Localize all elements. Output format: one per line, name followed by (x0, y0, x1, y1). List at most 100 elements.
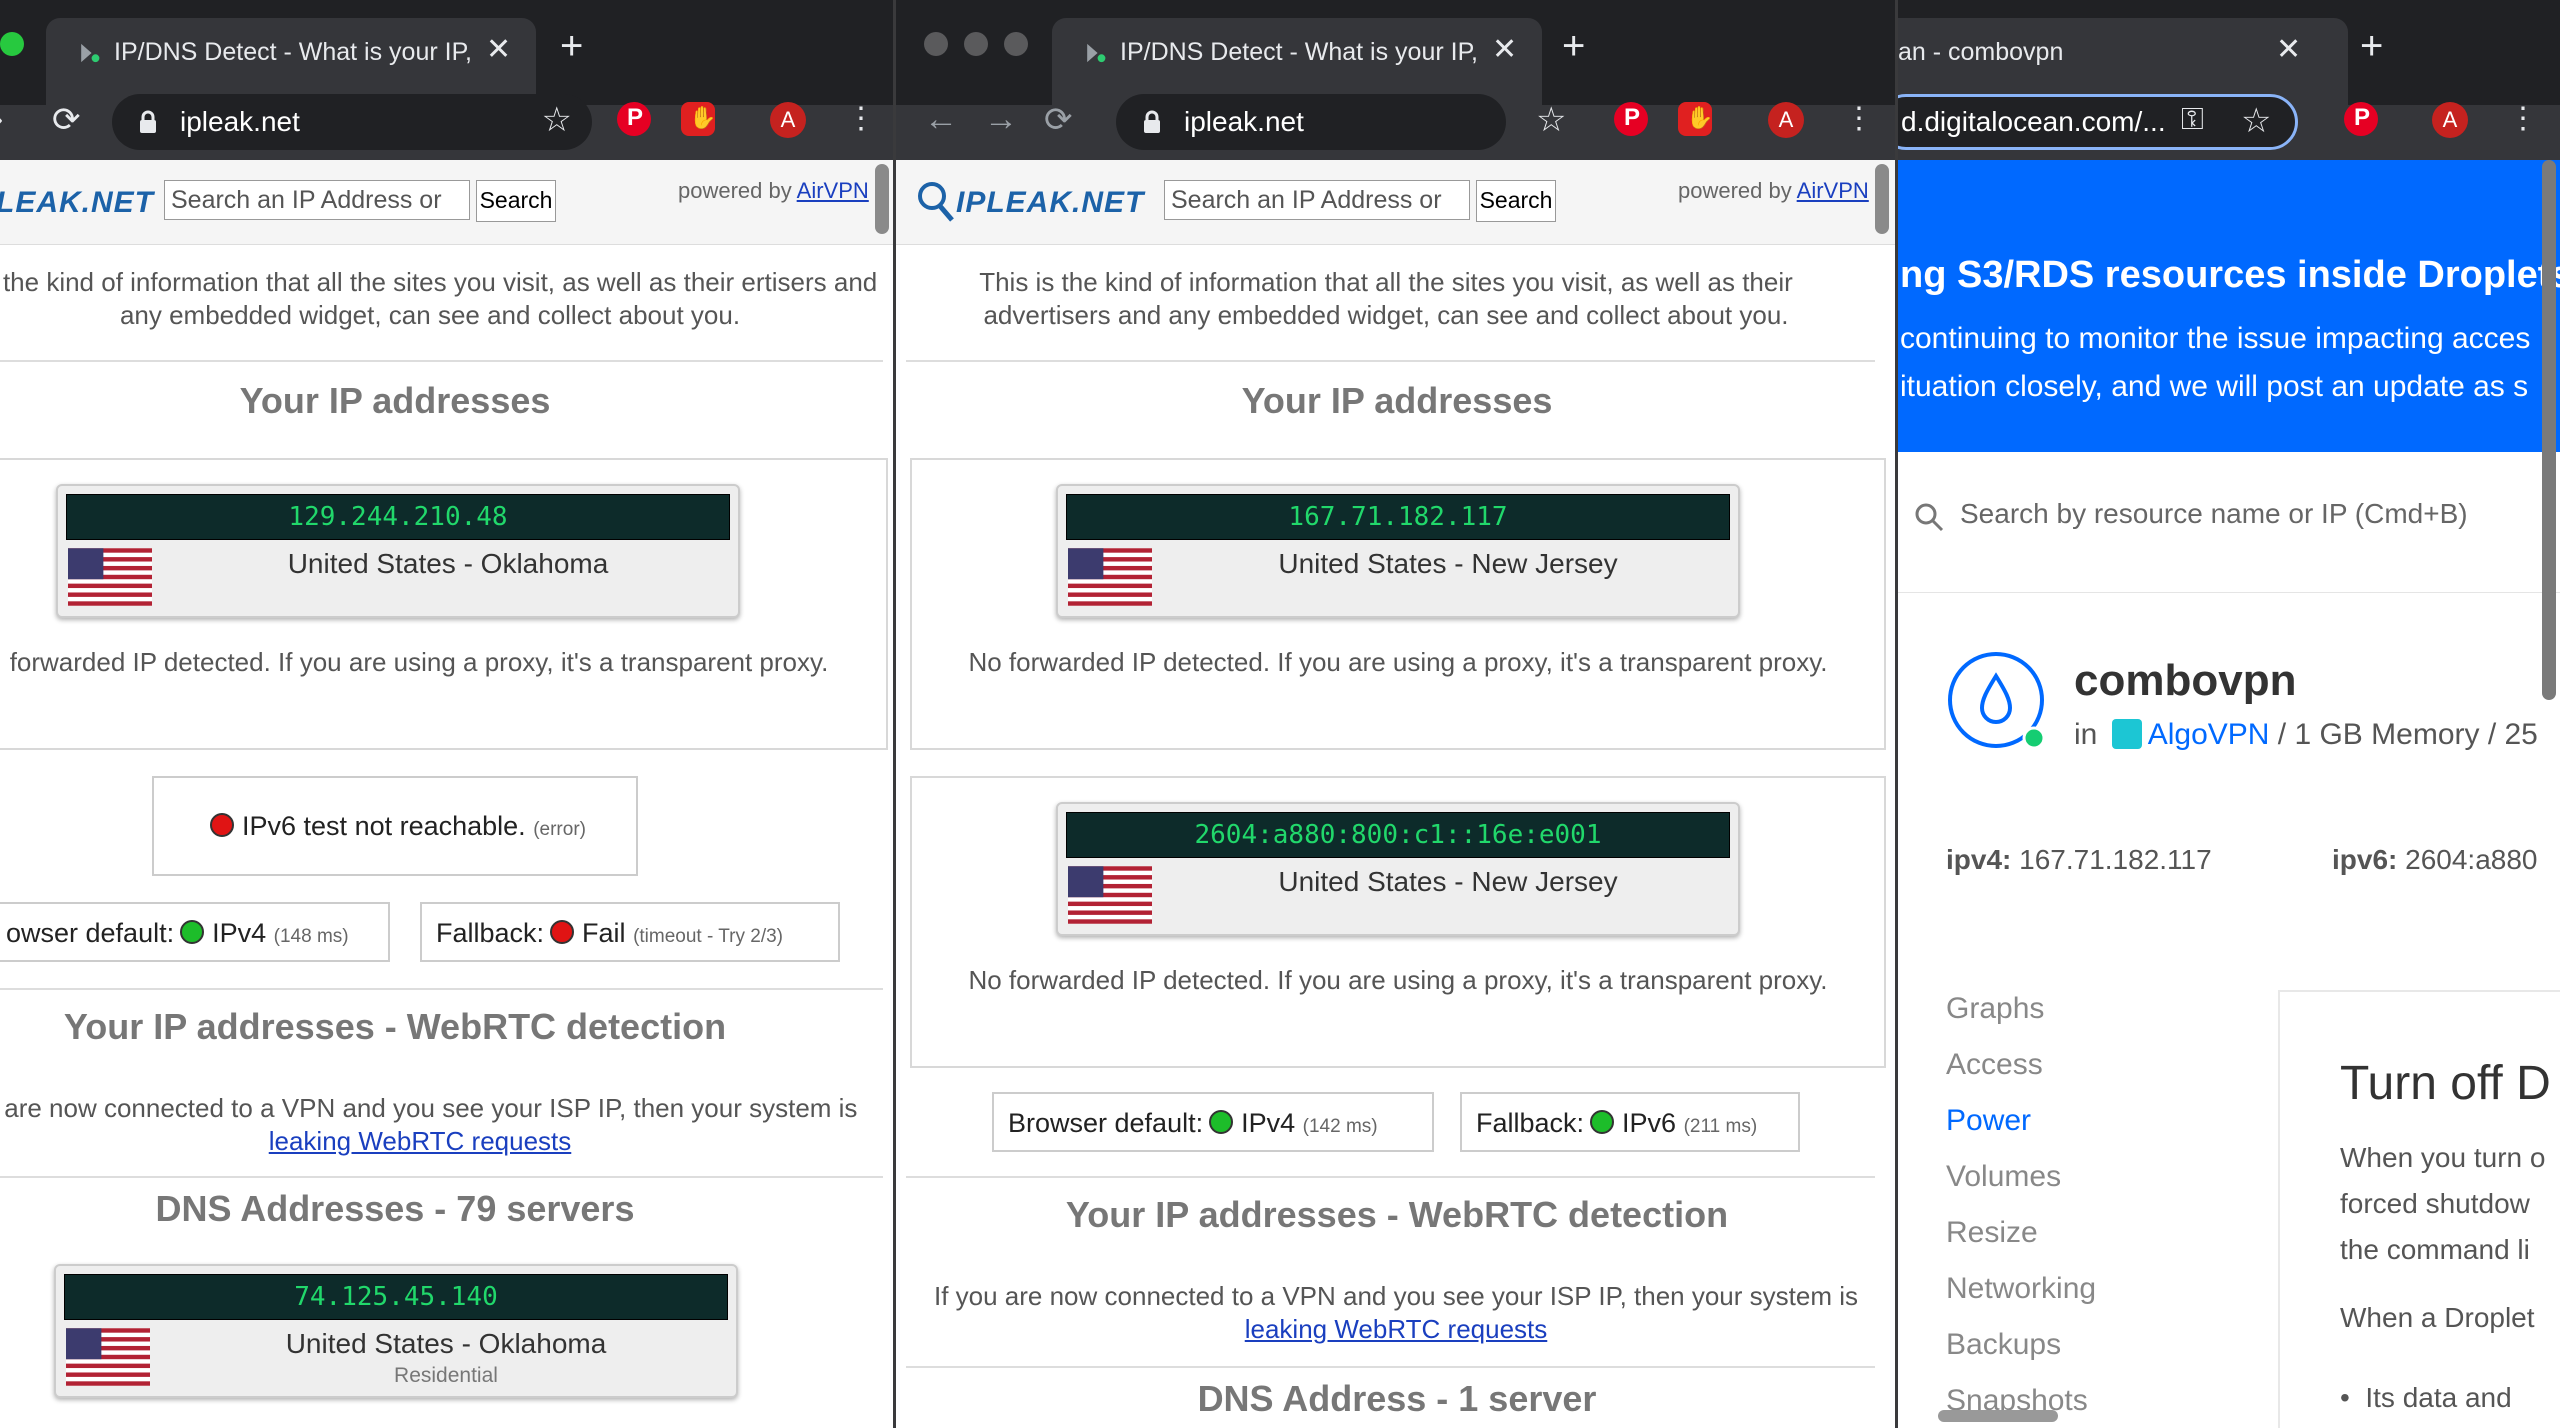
fallback: Fallback: IPv6 (211 ms) (1460, 1092, 1800, 1152)
pinterest-extension-icon[interactable]: P (1614, 102, 1648, 136)
project-link[interactable]: AlgoVPN (2148, 718, 2270, 751)
magnifier-logo-icon (918, 182, 954, 222)
powered-by: powered by AirVPN (1678, 178, 1869, 203)
ip-heading: Your IP addresses (1241, 380, 1553, 421)
ip-location: United States - New Jersey (1278, 548, 1618, 579)
menu-icon[interactable]: ⋮ (2508, 104, 2538, 134)
pinterest-extension-icon[interactable]: P (2344, 102, 2378, 136)
nav-networking[interactable]: Networking (1946, 1272, 2096, 1306)
dns-type: Residential (394, 1364, 498, 1387)
bookmark-star-icon[interactable]: ☆ (1536, 100, 1566, 140)
maximize-traffic-light[interactable] (0, 32, 24, 56)
forward-icon[interactable]: → (984, 100, 1018, 139)
forward-icon[interactable]: › (0, 100, 3, 139)
airvpn-link[interactable]: AirVPN (1797, 178, 1869, 203)
adblock-extension-icon[interactable]: ✋ (1678, 102, 1713, 136)
tab-close-icon[interactable]: ✕ (2276, 32, 2301, 67)
ip-address[interactable]: 2604:a880:800:c1::16e:e001 (1066, 812, 1730, 858)
ipv6-status: IPv6 test not reachable. (error) (152, 776, 638, 876)
page-content: LEAK.NET Search an IP Address or Search … (0, 160, 893, 1428)
profile-avatar[interactable]: A (2432, 102, 2468, 138)
webrtc-link[interactable]: leaking WebRTC requests (1245, 1314, 1548, 1344)
search-input[interactable]: Search by resource name or IP (Cmd+B) (1960, 498, 2468, 530)
browser-default: Browser default: IPv4 (142 ms) (992, 1092, 1434, 1152)
tab-close-icon[interactable]: ✕ (1492, 32, 1517, 67)
tab-digitalocean[interactable]: an - combovpn ✕ (1898, 18, 2348, 105)
panel-text-2: forced shutdow (2340, 1188, 2530, 1219)
url-text: ipleak.net (180, 106, 300, 137)
horizontal-scrollbar[interactable] (1938, 1410, 2058, 1422)
panel-text-1: When you turn o (2340, 1142, 2546, 1173)
omnibox[interactable]: ipleak.net (1116, 94, 1506, 150)
browser-default: owser default: IPv4 (148 ms) (0, 902, 390, 962)
omnibox[interactable]: ipleak.net ☆ (112, 94, 592, 150)
menu-icon[interactable]: ⋮ (1844, 104, 1874, 134)
reload-icon[interactable]: ⟳ (1044, 100, 1073, 140)
dns-card: 74.125.45.140 United States - Oklahoma R… (54, 1264, 738, 1398)
dns-heading: DNS Address - 1 server (1197, 1378, 1597, 1419)
nav-power[interactable]: Power (1946, 1104, 2031, 1138)
ip-address[interactable]: 129.244.210.48 (66, 494, 730, 540)
search-button[interactable]: Search (476, 180, 556, 222)
webrtc-heading: Your IP addresses - WebRTC detection (1065, 1194, 1729, 1235)
page-content: ng S3/RDS resources inside Droplets cont… (1898, 160, 2560, 1428)
nav-volumes[interactable]: Volumes (1946, 1160, 2061, 1194)
forwarded-text: No forwarded IP detected. If you are usi… (968, 647, 1828, 677)
status-red-icon (210, 813, 235, 837)
bookmark-star-icon[interactable]: ☆ (542, 100, 572, 140)
scrollbar[interactable] (875, 164, 889, 234)
search-bar[interactable]: Search by resource name or IP (Cmd+B) (1898, 452, 2560, 593)
omnibox[interactable]: d.digitalocean.com/... ⚿ ☆ (1898, 94, 2298, 150)
maximize-traffic-light[interactable] (1004, 32, 1028, 56)
status-green-icon (1590, 1110, 1615, 1134)
ip-search-input[interactable]: Search an IP Address or (164, 180, 470, 220)
ip-box: 129.244.210.48 United States - Oklahoma … (0, 458, 888, 750)
search-button[interactable]: Search (1476, 180, 1556, 222)
dns-ip[interactable]: 74.125.45.140 (64, 1274, 728, 1320)
tab-strip: IP/DNS Detect - What is your IP, ✕ + (896, 0, 1895, 105)
back-icon[interactable]: ← (924, 100, 958, 139)
ipleak-logo[interactable]: LEAK.NET (0, 186, 154, 220)
us-flag-icon (68, 548, 152, 606)
close-traffic-light[interactable] (924, 32, 948, 56)
menu-icon[interactable]: ⋮ (846, 104, 876, 134)
status-green-icon (1209, 1110, 1234, 1134)
nav-backups[interactable]: Backups (1946, 1328, 2061, 1362)
scrollbar[interactable] (2542, 160, 2556, 700)
minimize-traffic-light[interactable] (964, 32, 988, 56)
scrollbar[interactable] (1875, 164, 1889, 234)
webrtc-link[interactable]: leaking WebRTC requests (269, 1126, 572, 1156)
pinterest-extension-icon[interactable]: P (617, 102, 651, 136)
nav-resize[interactable]: Resize (1946, 1216, 2038, 1250)
search-icon (1915, 503, 1944, 532)
reload-icon[interactable]: ⟳ (52, 100, 81, 140)
adblock-extension-icon[interactable]: ✋ (681, 102, 716, 136)
tab-ipleak[interactable]: IP/DNS Detect - What is your IP, ✕ (46, 18, 536, 105)
key-icon[interactable]: ⚿ (2181, 103, 2204, 137)
new-tab-icon[interactable]: + (560, 26, 583, 66)
panel-bullet: • Its data and (2340, 1382, 2512, 1413)
ip-address[interactable]: 167.71.182.117 (1066, 494, 1730, 540)
airvpn-link[interactable]: AirVPN (797, 178, 869, 203)
tab-close-icon[interactable]: ✕ (486, 32, 511, 67)
forwarded-text: forwarded IP detected. If you are using … (9, 647, 829, 677)
profile-avatar[interactable]: A (1768, 102, 1804, 138)
nav-graphs[interactable]: Graphs (1946, 992, 2044, 1026)
ip-search-input[interactable]: Search an IP Address or (1164, 180, 1470, 220)
webrtc-text: If you are now connected to a VPN and yo… (933, 1281, 1858, 1344)
nav-access[interactable]: Access (1946, 1048, 2043, 1082)
new-tab-icon[interactable]: + (1562, 26, 1585, 66)
ipleak-favicon-icon (1087, 43, 1106, 63)
status-red-icon (550, 920, 575, 944)
ipv4-row: ipv4: 167.71.182.117 (1946, 844, 2212, 875)
ipleak-logo[interactable]: IPLEAK.NET (956, 186, 1144, 220)
ipleak-header: IPLEAK.NET Search an IP Address or Searc… (896, 160, 1895, 245)
browser-window-left: IP/DNS Detect - What is your IP, ✕ + › ⟳… (0, 0, 896, 1428)
bookmark-star-icon[interactable]: ☆ (2241, 101, 2271, 141)
ip-heading: Your IP addresses (239, 380, 551, 421)
incident-banner: ng S3/RDS resources inside Droplets cont… (1898, 160, 2560, 452)
tab-ipleak[interactable]: IP/DNS Detect - What is your IP, ✕ (1052, 18, 1542, 105)
new-tab-icon[interactable]: + (2360, 26, 2383, 66)
profile-avatar[interactable]: A (770, 102, 806, 138)
ip-card: 2604:a880:800:c1::16e:e001 United States… (1056, 802, 1740, 936)
